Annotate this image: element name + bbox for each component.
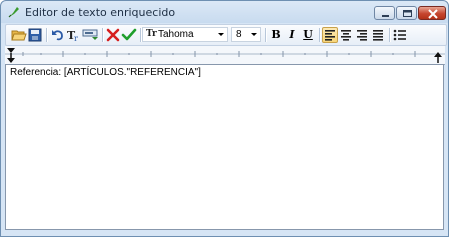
align-center-icon[interactable] [338, 27, 354, 43]
font-name-value: Tahoma [158, 29, 194, 40]
toolbar-separator [265, 28, 267, 42]
align-justify-icon[interactable] [370, 27, 386, 43]
quill-pen-icon [8, 7, 19, 18]
bullet-list-icon[interactable] [392, 27, 408, 43]
maximize-button[interactable] [396, 6, 417, 20]
toolbar-separator [319, 28, 321, 42]
cancel-icon[interactable] [105, 27, 121, 43]
left-indent-marker[interactable] [6, 46, 16, 64]
formatting-toolbar: T r Tr Tahoma 8 B I U [5, 24, 447, 46]
truetype-font-icon: Tr [146, 29, 157, 39]
font-size-value: 8 [236, 29, 242, 40]
align-right-icon[interactable] [354, 27, 370, 43]
bold-button[interactable]: B [268, 27, 284, 43]
save-icon[interactable] [27, 27, 43, 43]
chevron-down-icon [251, 33, 257, 36]
minimize-icon [382, 15, 389, 17]
title-bar[interactable]: Editor de texto enriquecido [1, 1, 448, 23]
rich-text-editor[interactable]: Referencia: [ARTÍCULOS."REFERENCIA"] [5, 64, 444, 230]
chevron-down-icon [218, 33, 224, 36]
right-indent-marker[interactable] [433, 46, 443, 64]
minimize-button[interactable] [374, 6, 395, 20]
align-left-icon [325, 30, 335, 41]
open-icon[interactable] [11, 27, 27, 43]
editor-content[interactable]: Referencia: [ARTÍCULOS."REFERENCIA"] [10, 67, 201, 78]
close-button[interactable] [418, 6, 446, 20]
window-title: Editor de texto enriquecido [25, 6, 176, 19]
font-size-select[interactable]: 8 [231, 27, 261, 42]
font-name-select[interactable]: Tr Tahoma [142, 27, 228, 42]
svg-text:r: r [74, 34, 78, 43]
underline-button[interactable]: U [300, 27, 316, 43]
toolbar-separator [389, 28, 391, 42]
toolbar-separator [46, 28, 48, 42]
undo-icon[interactable] [50, 27, 66, 43]
insert-field-icon[interactable] [82, 27, 98, 43]
ruler[interactable] [5, 46, 445, 65]
italic-button[interactable]: I [284, 27, 300, 43]
accept-icon[interactable] [121, 27, 137, 43]
editor-window: Editor de texto enriquecido T r Tr Tahom… [0, 0, 449, 237]
maximize-icon [403, 10, 412, 17]
close-icon [428, 9, 438, 19]
font-format-icon[interactable]: T r [66, 27, 82, 43]
ruler-scale [5, 51, 445, 57]
align-left-button[interactable] [322, 27, 338, 43]
toolbar-separator [102, 28, 104, 42]
